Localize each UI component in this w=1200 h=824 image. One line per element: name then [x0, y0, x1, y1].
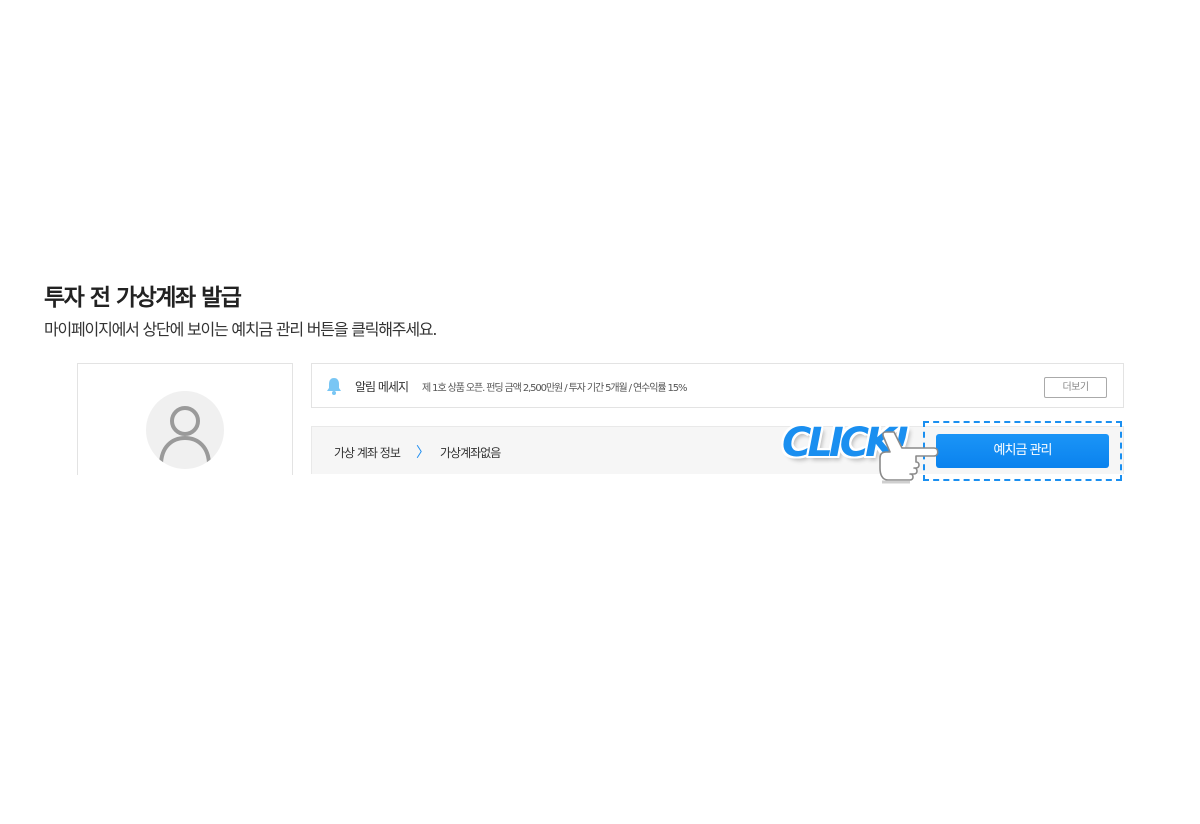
notice-label: 알림 메세지 — [355, 380, 409, 394]
account-status: 가상계좌없음 — [440, 446, 501, 460]
chevron-right-icon: 〉 — [416, 445, 430, 461]
more-button[interactable]: 더보기 — [1044, 377, 1107, 398]
notice-message: 제 1호 상품 오픈. 펀딩 금액 2,500만원 / 투자 기간 5개월 / … — [422, 383, 688, 394]
page-subtitle: 마이페이지에서 상단에 보이는 예치금 관리 버튼을 클릭해주세요. — [44, 320, 437, 339]
profile-card — [77, 363, 293, 475]
deposit-management-button[interactable]: 예치금 관리 — [936, 434, 1109, 468]
user-avatar-icon — [146, 391, 224, 469]
page-title: 투자 전 가상계좌 발급 — [44, 285, 242, 311]
notice-bar: 알림 메세지 제 1호 상품 오픈. 펀딩 금액 2,500만원 / 투자 기간… — [311, 363, 1124, 408]
hand-cursor-icon — [876, 428, 942, 492]
account-info-label: 가상 계좌 정보 — [334, 446, 401, 460]
bell-icon — [326, 377, 342, 399]
